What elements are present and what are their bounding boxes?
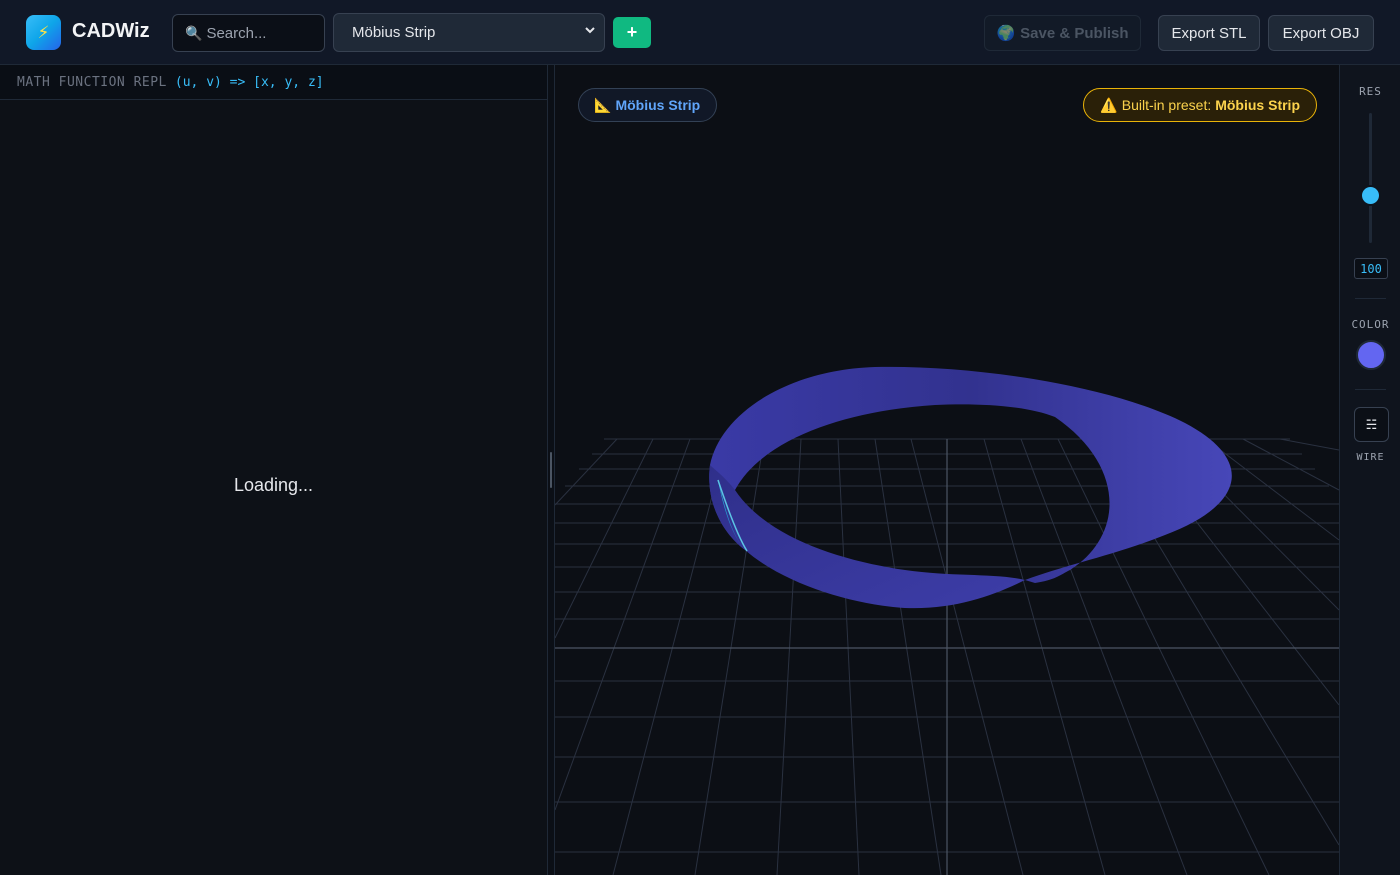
shape-name-pill: 📐 Möbius Strip [578,88,718,122]
search-box[interactable]: 🔍 [172,14,325,52]
lightning-icon: ⚡ [37,22,50,42]
save-publish-button[interactable]: 🌍 Save & Publish [984,15,1141,51]
preset-prefix: Built-in preset: [1121,97,1212,113]
color-label: COLOR [1351,318,1390,331]
ruler-icon: 📐 [594,96,612,113]
rail-divider [1355,298,1386,299]
export-obj-button[interactable]: Export OBJ [1268,15,1374,51]
app-title: CADWiz [72,20,150,42]
3d-viewport[interactable]: 📐 Möbius Strip ⚠️ Built-in preset: Möbiu… [555,65,1339,875]
resolution-value[interactable]: 100 [1354,258,1388,279]
preset-select[interactable]: Möbius Strip [333,13,605,52]
search-icon: 🔍 [185,24,203,41]
top-toolbar: ⚡ CADWiz 🔍 Möbius Strip + 🌍 Save & Publi… [0,0,1400,65]
warning-icon: ⚠️ [1100,96,1118,113]
add-preset-button[interactable]: + [613,17,651,48]
preset-warning-badge: ⚠️ Built-in preset: Möbius Strip [1083,88,1317,122]
export-stl-button[interactable]: Export STL [1158,15,1260,51]
mobius-strip-mesh [709,366,1232,609]
repl-header: MATH FUNCTION REPL (u, v) => [x, y, z] [0,65,547,100]
preset-select-value: Möbius Strip [352,24,436,41]
repl-panel: MATH FUNCTION REPL (u, v) => [x, y, z] L… [0,65,547,875]
app-logo: ⚡ [26,15,61,50]
search-input[interactable] [206,24,317,42]
globe-icon: 🌍 [996,25,1016,42]
viewport-canvas [555,366,1339,875]
shape-name: Möbius Strip [615,97,701,113]
rail-divider [1355,389,1386,390]
editor-loading-text: Loading... [233,475,314,495]
chevron-down-icon [585,27,595,34]
preset-name: Möbius Strip [1215,97,1300,113]
wireframe-toggle-button[interactable]: ☵ [1354,407,1389,442]
save-publish-label: Save & Publish [1020,24,1129,42]
resolution-slider-thumb[interactable] [1362,187,1379,204]
wireframe-icon: ☵ [1365,416,1378,432]
resolution-slider-track[interactable] [1369,113,1372,243]
repl-signature: (u, v) => [x, y, z] [174,74,324,90]
panel-resize-handle[interactable] [547,65,555,875]
repl-label: MATH FUNCTION REPL [17,74,167,90]
resize-grip-icon [550,452,552,488]
res-label: RES [1359,85,1382,98]
settings-rail: RES 100 COLOR ☵ WIRE [1339,65,1400,875]
wire-label: WIRE [1356,452,1385,463]
color-picker[interactable] [1356,340,1386,370]
